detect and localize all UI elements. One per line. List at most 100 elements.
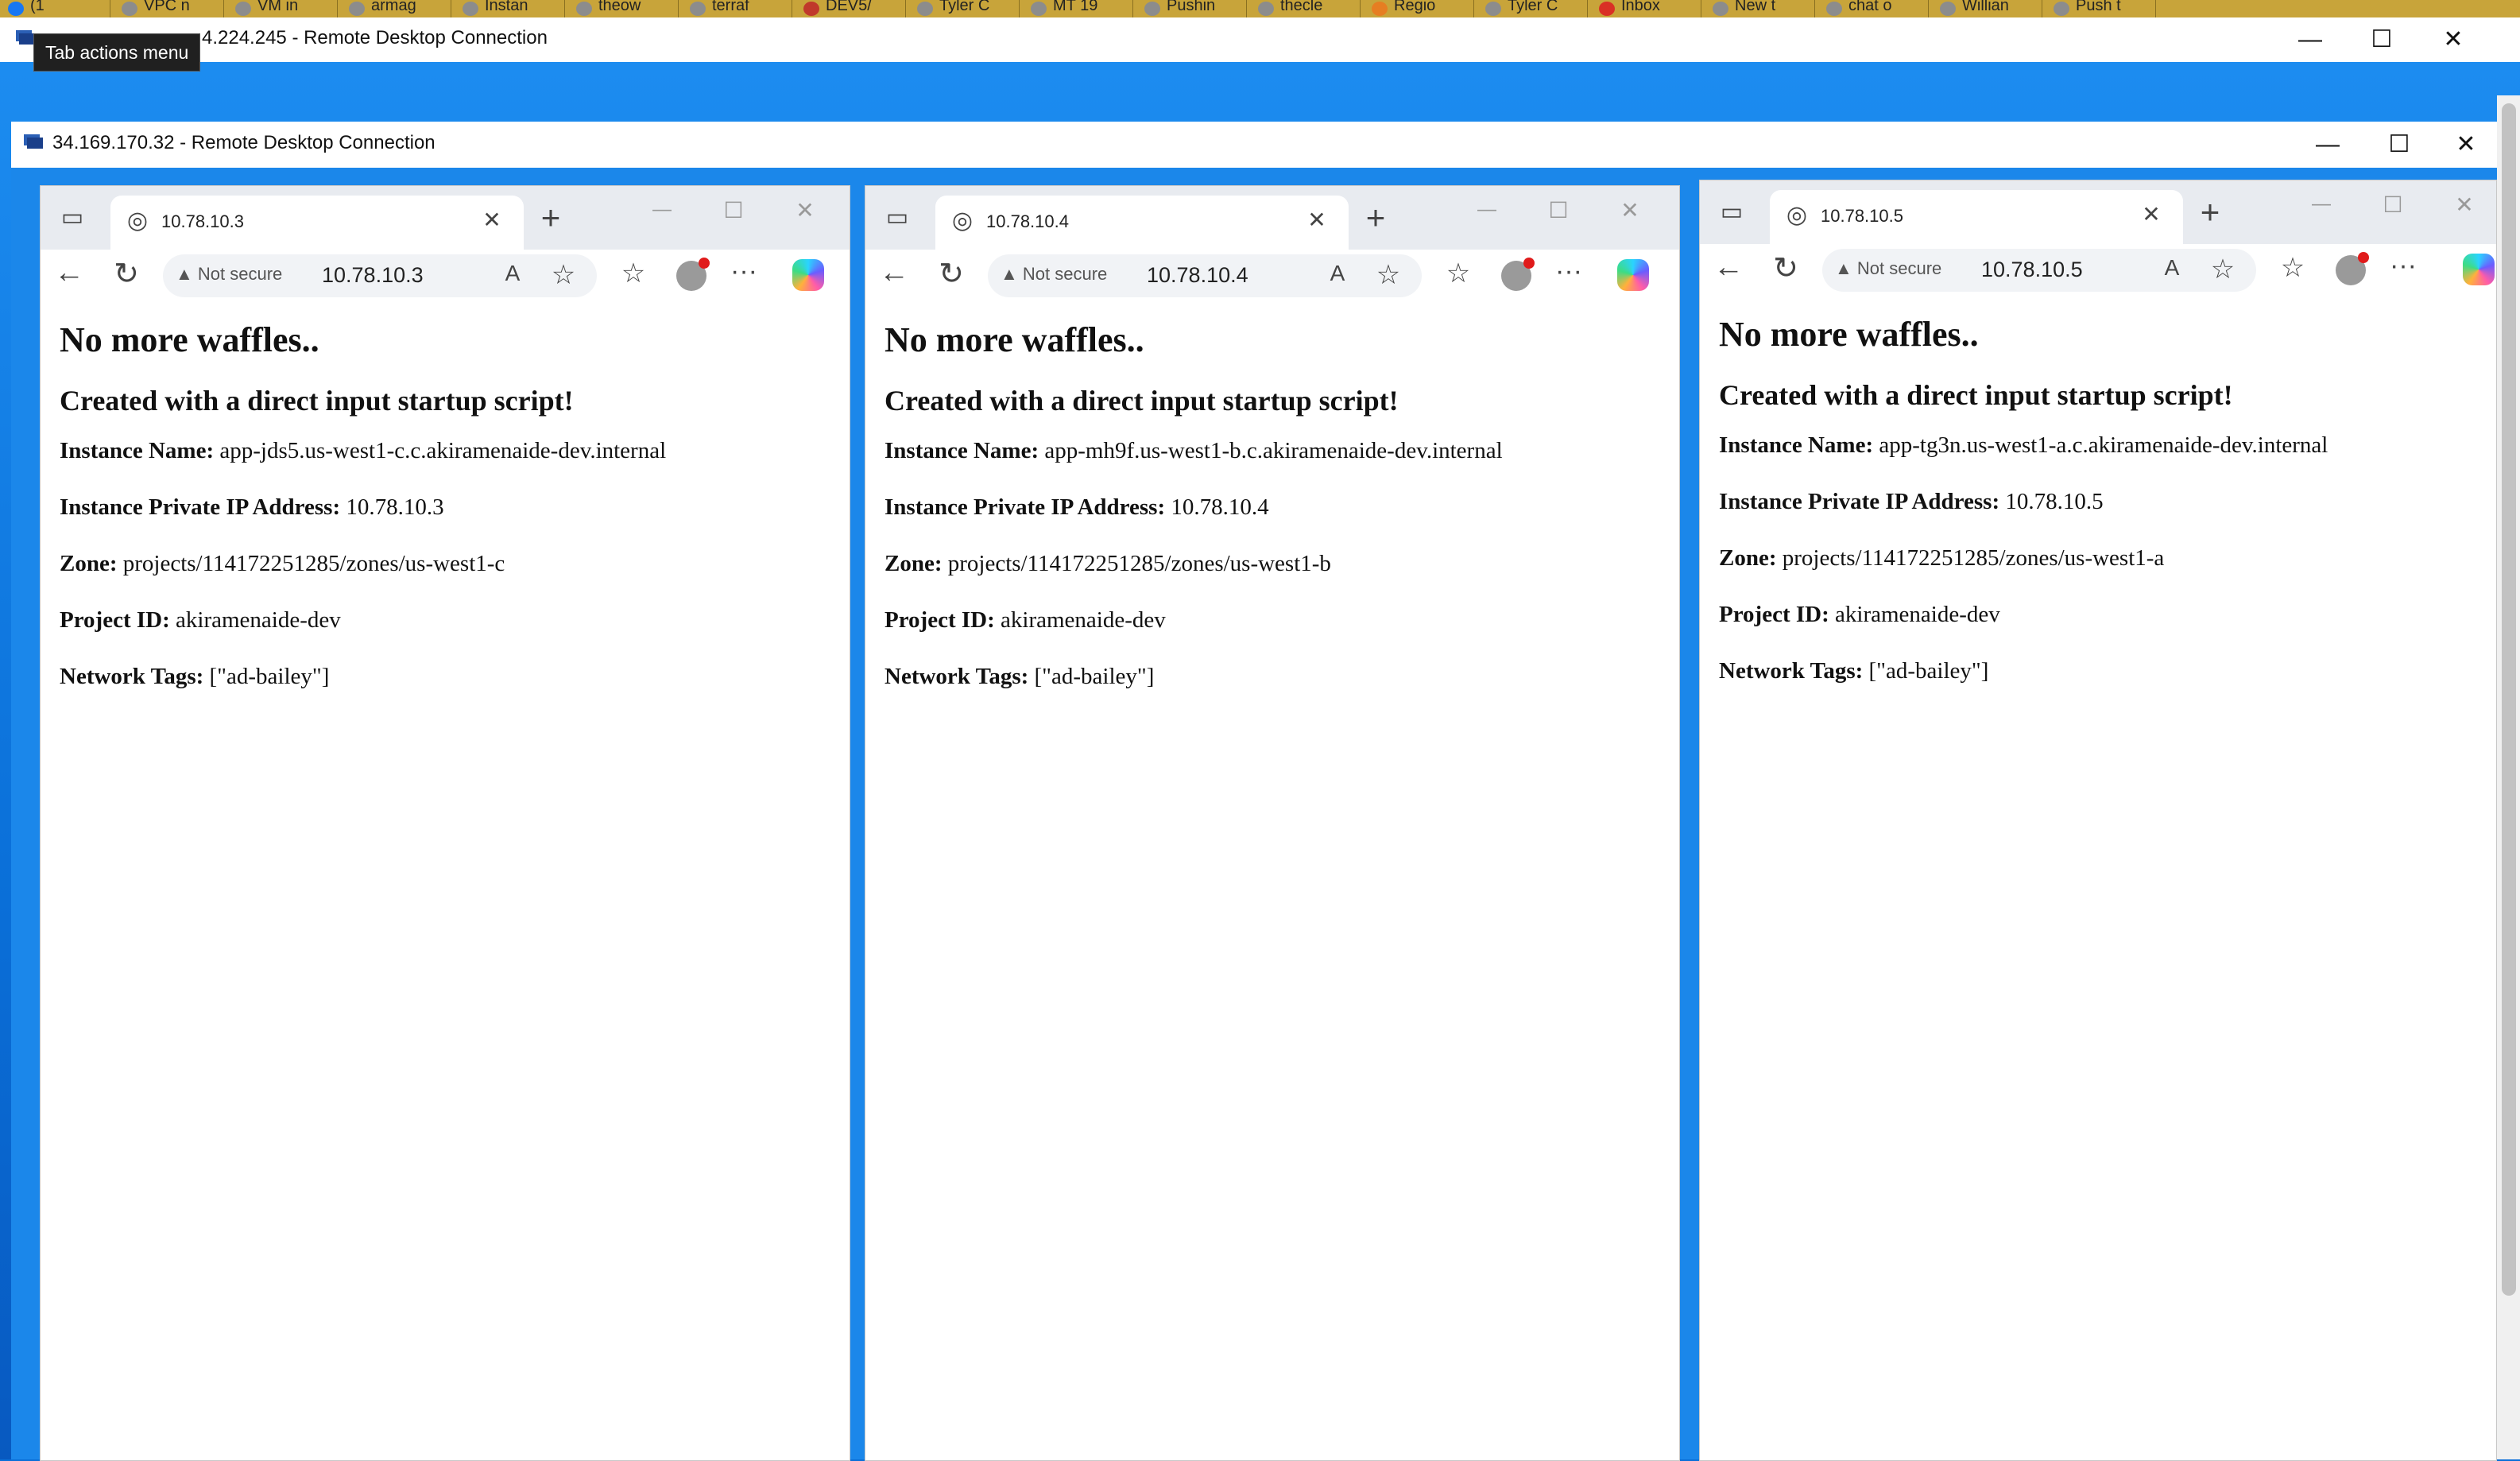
host-tab[interactable]: VPC n: [114, 0, 224, 17]
security-indicator[interactable]: ▲ Not secure: [1001, 264, 1107, 285]
field-value: ["ad-bailey"]: [209, 664, 330, 689]
favorite-star-icon[interactable]: ☆: [2208, 254, 2237, 285]
url-text[interactable]: 10.78.10.4: [1147, 263, 1248, 288]
tab-actions-icon[interactable]: ▭: [881, 203, 913, 235]
instance-name-row: Instance Name: app-mh9f.us-west1-b.c.aki…: [885, 438, 1663, 464]
page-heading: No more waffles..: [1719, 315, 1979, 354]
favorite-star-icon[interactable]: ☆: [1374, 259, 1403, 291]
tab-actions-tooltip: Tab actions menu: [33, 33, 201, 72]
host-tab[interactable]: theow: [568, 0, 679, 17]
host-tab-label: Pushin: [1167, 0, 1216, 14]
favorites-icon[interactable]: ☆: [1442, 258, 1474, 289]
back-icon[interactable]: ←: [878, 256, 910, 290]
address-bar[interactable]: ▲ Not secure 10.78.10.4 A ☆: [988, 254, 1422, 297]
address-bar[interactable]: ▲ Not secure 10.78.10.5 A ☆: [1822, 249, 2256, 292]
favorite-star-icon[interactable]: ☆: [549, 259, 578, 291]
favorites-icon[interactable]: ☆: [617, 258, 649, 289]
host-tab[interactable]: MT 19: [1023, 0, 1133, 17]
maximize-button[interactable]: ☐: [2363, 122, 2435, 168]
host-tab[interactable]: Push t: [2046, 0, 2156, 17]
close-button[interactable]: ✕: [2417, 17, 2489, 62]
scrollbar-thumb[interactable]: [2502, 103, 2516, 1296]
tab-title: 10.78.10.5: [1821, 206, 1903, 226]
host-tab[interactable]: armag: [341, 0, 451, 17]
field-value: 10.78.10.5: [2005, 489, 2104, 514]
host-tab[interactable]: Tyler C: [909, 0, 1020, 17]
vertical-scrollbar[interactable]: [2497, 95, 2520, 1459]
new-tab-icon[interactable]: +: [1358, 199, 1393, 237]
copilot-icon[interactable]: [792, 259, 824, 291]
browser-tab[interactable]: ◎ 10.78.10.3 ✕: [110, 196, 524, 250]
host-tab[interactable]: New t: [1705, 0, 1815, 17]
field-label: Network Tags:: [60, 664, 204, 689]
profile-avatar[interactable]: [2336, 252, 2369, 285]
browser-tab[interactable]: ◎ 10.78.10.5 ✕: [1770, 190, 2183, 244]
close-tab-icon[interactable]: ✕: [2137, 201, 2166, 227]
host-tab-label: Tyler C: [939, 0, 990, 14]
minimize-icon[interactable]: —: [1471, 199, 1503, 221]
host-tab[interactable]: thecle: [1250, 0, 1361, 17]
private-ip-row: Instance Private IP Address: 10.78.10.4: [885, 494, 1663, 521]
host-tab[interactable]: terraf: [682, 0, 792, 17]
minimize-button[interactable]: —: [2292, 122, 2363, 168]
copilot-icon[interactable]: [2463, 254, 2495, 285]
more-icon[interactable]: ···: [1549, 256, 1589, 287]
host-tab[interactable]: Instan: [455, 0, 565, 17]
private-ip-row: Instance Private IP Address: 10.78.10.3: [60, 494, 834, 521]
read-aloud-icon[interactable]: A: [2158, 255, 2186, 281]
copilot-icon[interactable]: [1617, 259, 1649, 291]
maximize-icon[interactable]: ☐: [718, 197, 749, 223]
new-tab-icon[interactable]: +: [533, 199, 568, 237]
close-window-icon[interactable]: ✕: [789, 197, 821, 223]
close-button[interactable]: ✕: [2435, 122, 2497, 168]
more-icon[interactable]: ···: [2383, 250, 2423, 281]
outer-rdp-titlebar: 4.224.245 - Remote Desktop Connection — …: [0, 17, 2520, 62]
maximize-icon[interactable]: ☐: [2377, 192, 2409, 218]
new-tab-icon[interactable]: +: [2193, 193, 2228, 231]
host-tab[interactable]: VM in: [227, 0, 338, 17]
page-icon: [2054, 2, 2069, 16]
more-icon[interactable]: ···: [724, 256, 764, 287]
reload-icon[interactable]: ↻: [110, 256, 142, 292]
not-secure-label: Not secure: [1022, 264, 1108, 284]
maximize-icon[interactable]: ☐: [1543, 197, 1574, 223]
browser-window-3: ▭ ◎ 10.78.10.5 ✕ + — ☐ ✕ ← ↻ ▲ Not secur…: [1699, 180, 2497, 1461]
close-tab-icon[interactable]: ✕: [478, 207, 506, 233]
read-aloud-icon[interactable]: A: [498, 261, 527, 286]
host-tab[interactable]: Inbox: [1591, 0, 1701, 17]
host-tab[interactable]: Pushin: [1136, 0, 1247, 17]
field-value: app-tg3n.us-west1-a.c.akiramenaide-dev.i…: [1879, 432, 2328, 458]
browser-tab[interactable]: ◎ 10.78.10.4 ✕: [935, 196, 1349, 250]
close-tab-icon[interactable]: ✕: [1303, 207, 1331, 233]
tab-actions-icon[interactable]: ▭: [1716, 198, 1748, 230]
url-text[interactable]: 10.78.10.3: [322, 263, 424, 288]
tab-actions-icon[interactable]: ▭: [56, 203, 88, 235]
host-tab[interactable]: (1: [0, 0, 110, 17]
host-tab[interactable]: chat o: [1818, 0, 1929, 17]
maximize-button[interactable]: ☐: [2346, 17, 2417, 62]
profile-avatar[interactable]: [676, 258, 710, 291]
warning-icon: ▲: [1835, 258, 1852, 278]
minimize-icon[interactable]: —: [2305, 193, 2337, 215]
security-indicator[interactable]: ▲ Not secure: [1835, 258, 1941, 279]
back-icon[interactable]: ←: [1713, 250, 1744, 285]
url-text[interactable]: 10.78.10.5: [1981, 258, 2083, 282]
host-tab[interactable]: Tyler C: [1477, 0, 1588, 17]
minimize-icon[interactable]: —: [646, 199, 678, 221]
favorites-icon[interactable]: ☆: [2277, 252, 2309, 284]
reload-icon[interactable]: ↻: [1770, 250, 1802, 286]
security-indicator[interactable]: ▲ Not secure: [176, 264, 282, 285]
host-tab[interactable]: DEV5/: [795, 0, 906, 17]
close-window-icon[interactable]: ✕: [1614, 197, 1646, 223]
host-tab[interactable]: Willian: [1932, 0, 2042, 17]
browser-toolbar: ← ↻ ▲ Not secure 10.78.10.5 A ☆ ☆ ···: [1700, 244, 2496, 295]
minimize-button[interactable]: —: [2274, 17, 2346, 62]
host-tab[interactable]: Regio: [1364, 0, 1474, 17]
field-label: Project ID:: [60, 607, 170, 633]
read-aloud-icon[interactable]: A: [1323, 261, 1352, 286]
reload-icon[interactable]: ↻: [935, 256, 967, 292]
back-icon[interactable]: ←: [53, 256, 85, 290]
close-window-icon[interactable]: ✕: [2448, 192, 2480, 218]
address-bar[interactable]: ▲ Not secure 10.78.10.3 A ☆: [163, 254, 597, 297]
profile-avatar[interactable]: [1501, 258, 1535, 291]
